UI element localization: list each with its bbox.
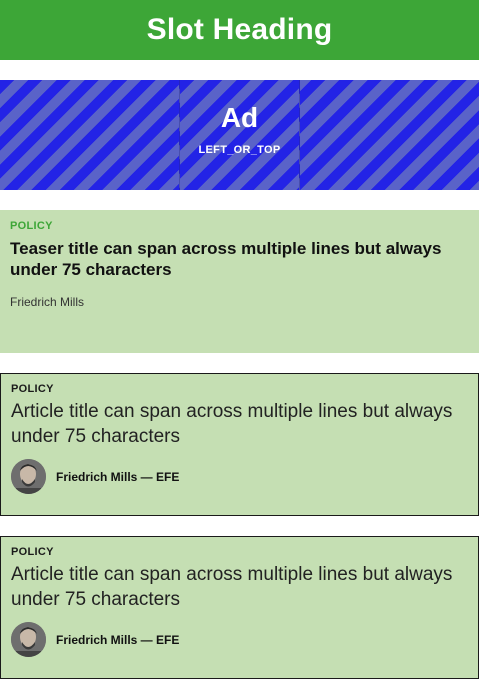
article-byline: Friedrich Mills — EFE xyxy=(11,459,468,494)
teaser-title[interactable]: Teaser title can span across multiple li… xyxy=(10,238,469,280)
article-card[interactable]: POLICY Article title can span across mul… xyxy=(0,536,479,679)
ad-title: Ad xyxy=(220,102,259,133)
teaser-card[interactable]: POLICY Teaser title can span across mult… xyxy=(0,210,479,353)
article-kicker: POLICY xyxy=(11,546,54,558)
teaser-author: Friedrich Mills xyxy=(10,295,85,309)
article-byline: Friedrich Mills — EFE xyxy=(11,622,468,657)
article-title[interactable]: Article title can span across multiple l… xyxy=(11,562,468,612)
ad-label-group: Ad LEFT_OR_TOP xyxy=(0,102,479,156)
slot-heading: Slot Heading xyxy=(146,13,333,46)
author-avatar xyxy=(11,459,46,494)
ad-slot[interactable]: Ad LEFT_OR_TOP xyxy=(0,80,479,190)
slot-header: Slot Heading xyxy=(0,0,479,60)
author-portrait-icon xyxy=(11,622,46,657)
author-avatar xyxy=(11,622,46,657)
article-title[interactable]: Article title can span across multiple l… xyxy=(11,399,468,449)
article-card[interactable]: POLICY Article title can span across mul… xyxy=(0,373,479,516)
article-byline-text: Friedrich Mills — EFE xyxy=(56,632,180,647)
article-kicker: POLICY xyxy=(11,383,54,395)
article-byline-text: Friedrich Mills — EFE xyxy=(56,469,180,484)
teaser-kicker: POLICY xyxy=(10,220,53,232)
author-portrait-icon xyxy=(11,459,46,494)
ad-slot-name: LEFT_OR_TOP xyxy=(198,144,281,156)
